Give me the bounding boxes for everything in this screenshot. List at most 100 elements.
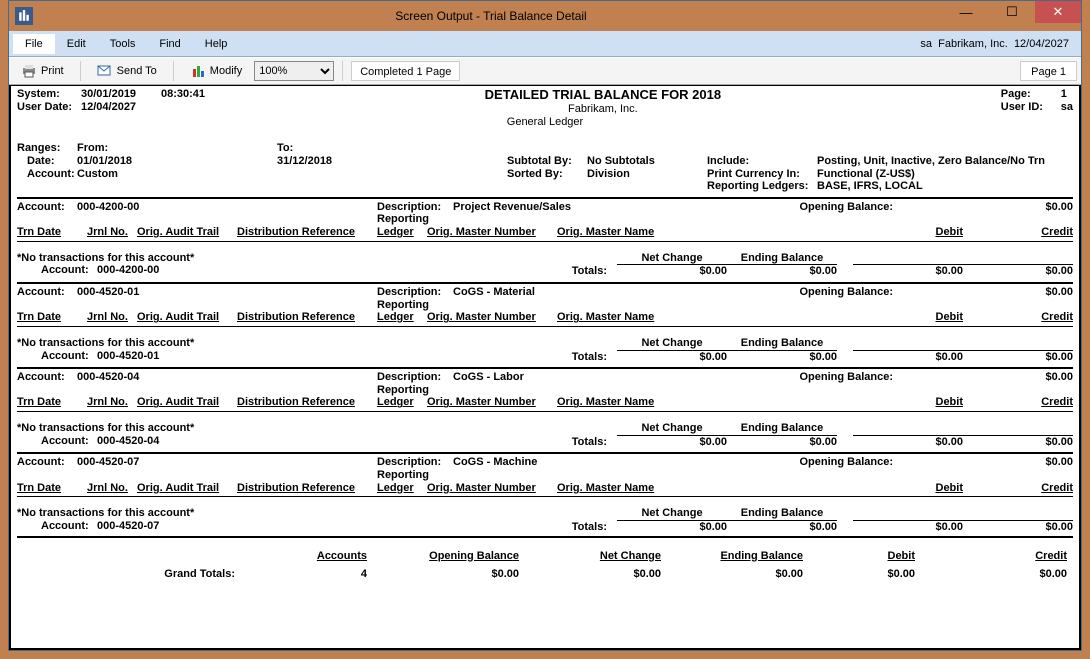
lbl-account: Account:: [17, 286, 77, 299]
menu-find[interactable]: Find: [147, 34, 192, 54]
val-opening-balance: $0.00: [953, 286, 1073, 299]
lbl-opening-balance: Opening Balance:: [713, 371, 953, 384]
val-reporting-ledgers: BASE, IFRS, LOCAL: [817, 180, 923, 193]
lbl-to: To:: [277, 142, 507, 155]
col-master-name: Orig. Master Name: [557, 396, 707, 409]
val-account-id: 000-4520-04: [77, 371, 377, 384]
print-button[interactable]: Print: [13, 60, 72, 82]
val-net-change: $0.00: [617, 264, 727, 278]
val-currency: Functional (Z-US$): [817, 168, 915, 181]
col-master-num: Orig. Master Number: [427, 396, 557, 409]
account-block: Account: 000-4520-07 Description: CoGS -…: [17, 452, 1073, 533]
val-credit: $0.00: [963, 435, 1073, 449]
lbl-totals: Totals:: [557, 436, 617, 449]
ctx-user: sa: [920, 38, 932, 50]
lbl-opening-balance: Opening Balance:: [713, 456, 953, 469]
lbl-account-sub: Account:: [17, 264, 97, 277]
minimize-button[interactable]: —: [943, 1, 989, 23]
val-account-sub: 000-4200-00: [97, 264, 159, 277]
lbl-description: Description:: [377, 456, 453, 469]
lbl-account: Account:: [17, 456, 77, 469]
lbl-ending-balance: Ending Balance: [727, 507, 837, 520]
ctx-company: Fabrikam, Inc.: [938, 38, 1008, 50]
close-button[interactable]: ✕: [1035, 1, 1081, 23]
lbl-net-change: Net Change: [617, 252, 727, 265]
printer-icon: [21, 63, 37, 79]
window-title: Screen Output - Trial Balance Detail: [39, 9, 943, 23]
col-audit: Orig. Audit Trail: [137, 226, 237, 239]
lbl-opening-balance: Opening Balance:: [713, 201, 953, 214]
val-account-id: 000-4200-00: [77, 201, 377, 214]
val-sorted: Division: [587, 168, 630, 181]
col-dist: Distribution Reference: [237, 226, 377, 239]
val-range-account: Custom: [77, 168, 118, 181]
accounts-list: Account: 000-4200-00 Description: Projec…: [17, 197, 1073, 534]
lbl-net-change: Net Change: [617, 337, 727, 350]
col-debit: Debit: [853, 396, 963, 409]
val-account-desc: CoGS - Labor: [453, 371, 713, 384]
val-debit: $0.00: [853, 264, 963, 278]
col-dist: Distribution Reference: [237, 311, 377, 324]
col-dist: Distribution Reference: [237, 396, 377, 409]
col-jrnl: Jrnl No.: [87, 226, 137, 239]
col-audit: Orig. Audit Trail: [137, 311, 237, 324]
lbl-reporting: Reporting: [377, 469, 717, 482]
zoom-select[interactable]: 100%: [254, 61, 334, 81]
lbl-opening-balance: Opening Balance:: [713, 286, 953, 299]
gt-col-endbal: Ending Balance: [667, 548, 807, 565]
col-dist: Distribution Reference: [237, 482, 377, 495]
lbl-page: Page:: [1001, 88, 1061, 101]
sendto-button[interactable]: Send To: [89, 60, 165, 82]
no-transactions-msg: *No transactions for this account*: [17, 337, 557, 350]
lbl-totals: Totals:: [557, 265, 617, 278]
val-userdate: 12/04/2027: [81, 101, 136, 114]
col-jrnl: Jrnl No.: [87, 482, 137, 495]
lbl-range-account: Account:: [17, 168, 77, 181]
gt-netchange: $0.00: [525, 566, 665, 583]
col-master-num: Orig. Master Number: [427, 226, 557, 239]
lbl-account-sub: Account:: [17, 435, 97, 448]
maximize-button[interactable]: ☐: [989, 1, 1035, 23]
col-master-num: Orig. Master Number: [427, 311, 557, 324]
lbl-include: Include:: [707, 155, 817, 168]
val-date-from: 01/01/2018: [77, 155, 132, 168]
col-debit: Debit: [853, 226, 963, 239]
col-trn-date: Trn Date: [17, 311, 87, 324]
val-net-change: $0.00: [617, 350, 727, 364]
menu-edit[interactable]: Edit: [55, 34, 98, 54]
val-account-sub: 000-4520-04: [97, 435, 159, 448]
gt-col-accounts: Accounts: [241, 548, 371, 565]
gt-col-debit: Debit: [809, 548, 919, 565]
col-trn-date: Trn Date: [17, 482, 87, 495]
val-debit: $0.00: [853, 435, 963, 449]
col-audit: Orig. Audit Trail: [137, 396, 237, 409]
gt-col-opening: Opening Balance: [373, 548, 523, 565]
val-opening-balance: $0.00: [953, 201, 1073, 214]
modify-icon: [190, 63, 206, 79]
gt-col-credit: Credit: [921, 548, 1071, 565]
lbl-subtotal: Subtotal By:: [507, 155, 587, 168]
account-block: Account: 000-4520-01 Description: CoGS -…: [17, 282, 1073, 363]
val-ending-balance: $0.00: [727, 520, 837, 534]
val-credit: $0.00: [963, 350, 1073, 364]
lbl-totals: Totals:: [557, 351, 617, 364]
gt-credit: $0.00: [921, 566, 1071, 583]
gt-accounts: 4: [241, 566, 371, 583]
menubar: File Edit Tools Find Help sa Fabrikam, I…: [9, 31, 1081, 57]
report-viewport[interactable]: System: 30/01/2019 08:30:41 User Date: 1…: [9, 85, 1081, 650]
modify-button[interactable]: Modify: [182, 60, 250, 82]
val-account-desc: CoGS - Machine: [453, 456, 713, 469]
lbl-account-sub: Account:: [17, 350, 97, 363]
val-account-desc: Project Revenue/Sales: [453, 201, 713, 214]
sendto-icon: [97, 63, 113, 79]
titlebar: Screen Output - Trial Balance Detail — ☐…: [9, 1, 1081, 31]
menu-tools[interactable]: Tools: [98, 34, 148, 54]
col-audit: Orig. Audit Trail: [137, 482, 237, 495]
val-account-id: 000-4520-07: [77, 456, 377, 469]
val-ending-balance: $0.00: [727, 350, 837, 364]
val-system-date: 30/01/2019: [81, 88, 161, 101]
lbl-description: Description:: [377, 286, 453, 299]
menu-file[interactable]: File: [13, 34, 55, 54]
report-ledger: General Ledger: [17, 116, 1073, 129]
menu-help[interactable]: Help: [193, 34, 240, 54]
